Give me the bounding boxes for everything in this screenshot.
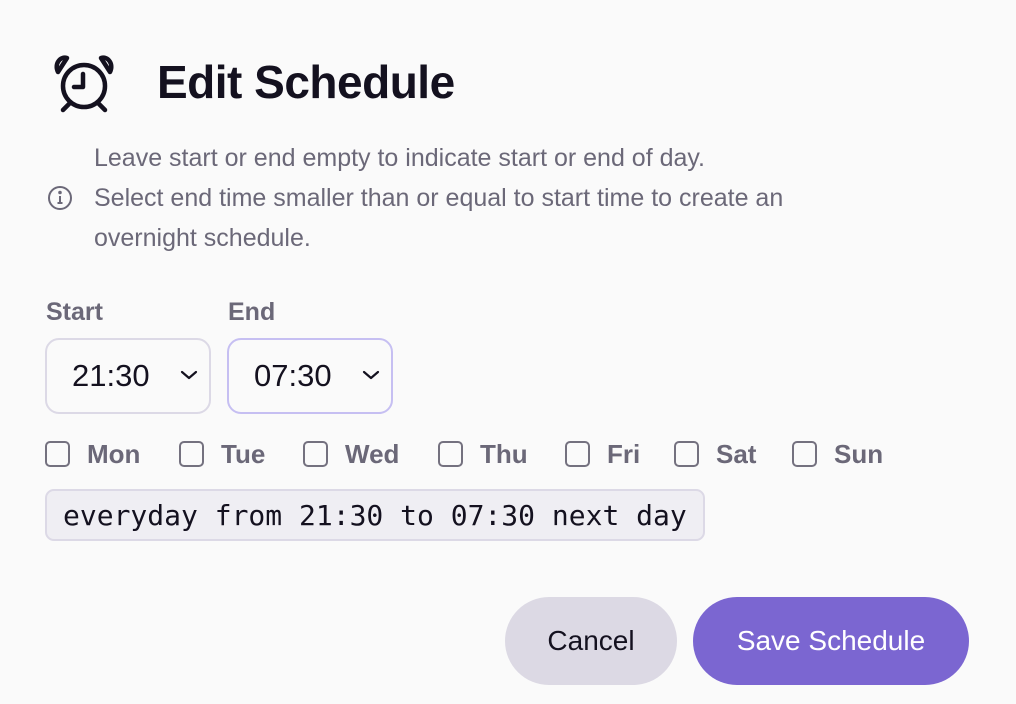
start-label: Start xyxy=(46,298,103,326)
day-checkbox-fri[interactable]: Fri xyxy=(565,437,640,471)
info-text: Leave start or end empty to indicate sta… xyxy=(94,138,974,258)
checkbox[interactable] xyxy=(792,441,817,467)
info-line: overnight schedule. xyxy=(94,224,311,252)
day-label: Thu xyxy=(480,438,528,469)
day-checkbox-sat[interactable]: Sat xyxy=(674,437,756,471)
checkbox[interactable] xyxy=(179,441,204,467)
day-label: Sun xyxy=(834,438,884,469)
end-time-select[interactable]: 07:30 xyxy=(227,338,393,414)
info-line: Leave start or end empty to indicate sta… xyxy=(94,144,705,172)
day-label: Fri xyxy=(607,438,641,469)
day-label: Tue xyxy=(221,438,266,469)
chevron-down-icon xyxy=(180,370,198,380)
checkbox[interactable] xyxy=(438,441,463,467)
end-time-value: 07:30 xyxy=(254,358,332,393)
schedule-summary: everyday from 21:30 to 07:30 next day xyxy=(45,489,705,541)
day-checkbox-mon[interactable]: Mon xyxy=(45,437,140,471)
dialog-header xyxy=(50,48,118,116)
alarm-clock-icon xyxy=(54,55,114,113)
checkbox[interactable] xyxy=(674,441,699,467)
day-label: Sat xyxy=(716,438,757,469)
chevron-down-icon xyxy=(362,370,380,380)
checkbox[interactable] xyxy=(303,441,328,467)
day-checkbox-wed[interactable]: Wed xyxy=(303,437,399,471)
save-schedule-button[interactable]: Save Schedule xyxy=(693,597,969,685)
checkbox[interactable] xyxy=(565,441,590,467)
start-time-select[interactable]: 21:30 xyxy=(45,338,211,414)
day-checkbox-thu[interactable]: Thu xyxy=(438,437,528,471)
dialog-title: Edit Schedule xyxy=(157,56,455,108)
day-checkbox-sun[interactable]: Sun xyxy=(792,437,883,471)
start-time-value: 21:30 xyxy=(72,358,150,393)
day-label: Wed xyxy=(345,438,400,469)
info-line: Select end time smaller than or equal to… xyxy=(94,184,784,212)
end-label: End xyxy=(228,298,276,326)
checkbox[interactable] xyxy=(45,441,70,467)
info-circle-icon xyxy=(48,186,72,210)
day-label: Mon xyxy=(87,438,141,469)
day-checkbox-tue[interactable]: Tue xyxy=(179,437,265,471)
cancel-button[interactable]: Cancel xyxy=(505,597,677,685)
